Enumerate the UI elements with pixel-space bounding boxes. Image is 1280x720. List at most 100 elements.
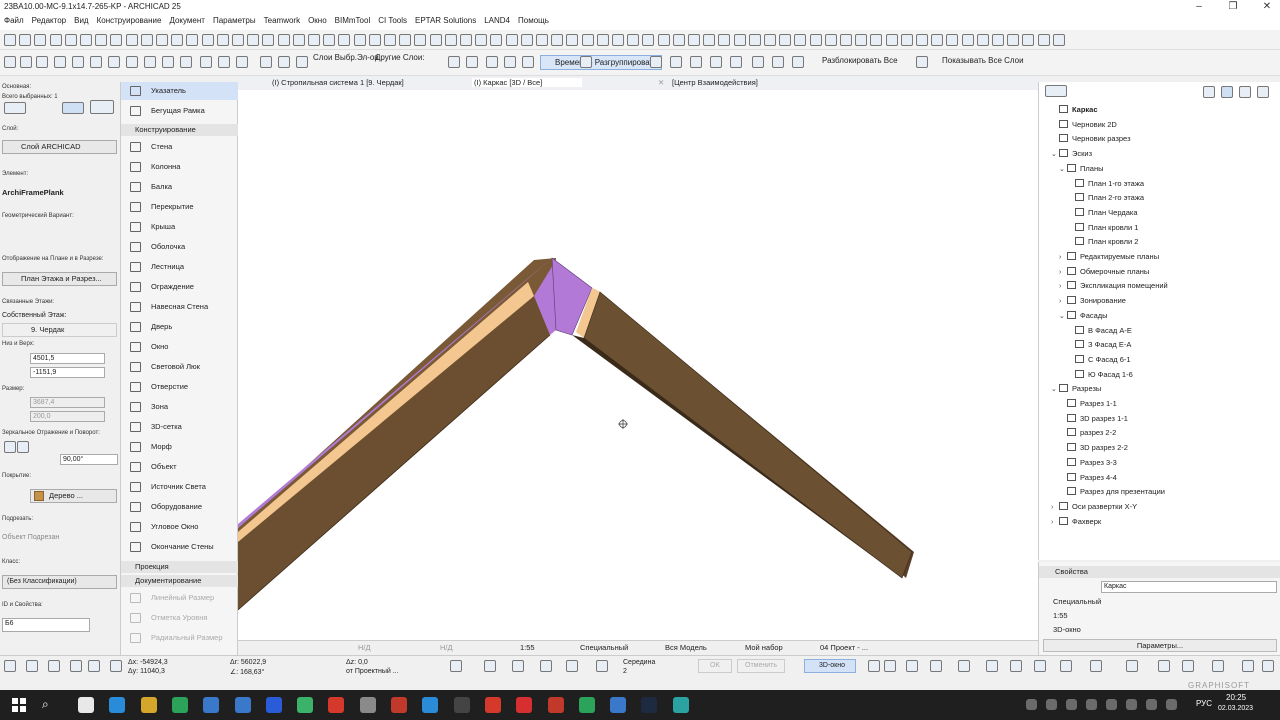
projection-section-header[interactable]: Проекция [121,561,238,573]
toolbar-button-icon[interactable] [4,34,16,46]
navigator-item[interactable]: План кровли 1 [1067,221,1138,235]
toolbar-button-icon[interactable] [19,34,32,46]
tray-icon[interactable] [1126,699,1137,710]
snap-middle-label[interactable]: Середина [623,659,655,666]
toolbar-button-icon[interactable] [162,56,174,68]
toolbar-button-icon[interactable] [1022,34,1035,46]
navigator-item[interactable]: разрез 2-2 [1059,426,1116,440]
toolbar-button-icon[interactable] [36,56,48,68]
tool-item[interactable]: Оборудование [121,498,238,516]
expand-toggle-icon[interactable]: › [1059,295,1067,309]
tool-item[interactable]: Объект [121,458,238,476]
rotation-angle-field[interactable]: 90,00° [60,454,118,465]
toolbar-button-icon[interactable] [34,34,47,46]
taskbar-app-icon[interactable] [78,697,94,713]
toolbar-button-icon[interactable] [262,34,275,46]
coordinate-bar-icon[interactable] [88,660,100,672]
toolbar-button-icon[interactable] [448,56,460,68]
taskbar-app-icon[interactable] [203,697,220,713]
nd-field-1[interactable]: Н/Д [358,643,371,652]
coordinate-bar-icon[interactable] [1158,660,1170,672]
tab-collaboration-center[interactable]: [Центр Взаимодействия] [672,78,758,87]
toolbar-button-icon[interactable] [992,34,1004,46]
toolbar-button-icon[interactable] [748,34,761,46]
toolbar-button-icon[interactable] [612,34,624,46]
3d-model-canvas[interactable] [238,90,1038,640]
toolbar-button-icon[interactable] [1037,34,1050,46]
menu-file[interactable]: Файл [0,14,28,27]
show-all-layers-button[interactable]: Показывать Все Слои [928,56,1024,65]
toolbar-button-icon[interactable] [946,34,959,46]
menu-options[interactable]: Параметры [209,14,260,27]
menu-view[interactable]: Вид [70,14,92,27]
toolbar-button-icon[interactable] [792,56,804,68]
model-view-field[interactable]: Вся Модель [665,643,707,652]
toolbar-button-icon[interactable] [72,56,84,68]
unlock-all-button[interactable]: Разблокировать Все [808,56,898,65]
tool-item[interactable]: Перекрытие [121,198,238,216]
tool-item[interactable]: Навесная Стена [121,298,238,316]
toolbar-button-icon[interactable] [870,34,883,46]
close-tab-icon[interactable]: ✕ [658,78,664,87]
toolbar-button-icon[interactable] [581,34,594,46]
toolbar-button-icon[interactable] [4,56,16,68]
navigator-item[interactable]: › Зонирование [1059,294,1126,308]
coordinate-bar-icon[interactable] [930,660,942,672]
taskbar-app-icon[interactable] [359,697,376,713]
toolbar-button-icon[interactable] [688,34,700,46]
coordinate-bar-icon[interactable] [884,660,896,672]
toolbar-button-icon[interactable] [672,34,685,46]
tool-item[interactable]: Стена [121,138,238,156]
windows-start-icon[interactable] [12,698,26,712]
taskbar-app-icon[interactable] [672,697,689,713]
toolbar-button-icon[interactable] [466,56,478,68]
publisher-sets-icon[interactable] [1257,86,1269,98]
expand-toggle-icon[interactable]: › [1059,251,1067,265]
menu-bimmtool[interactable]: BIMmTool [331,14,375,27]
taskbar-app-icon[interactable] [422,697,439,713]
toolbar-button-icon[interactable] [1052,34,1065,46]
dz-value[interactable]: Δz: 0,0 [346,659,368,666]
taskbar-app-icon[interactable] [297,697,314,713]
display-selector[interactable]: План Этажа и Разрез... [2,272,117,286]
toolbar-button-icon[interactable] [399,34,412,46]
tool-item[interactable]: Отверстие [121,378,238,396]
snap-middle-count[interactable]: 2 [623,668,627,675]
toolbar-button-icon[interactable] [125,34,138,46]
navigator-item[interactable]: Разрез 4-4 [1059,471,1117,485]
coordinate-bar-icon[interactable] [1090,660,1102,672]
bottom-elevation-field[interactable]: -1151,9 [30,367,105,378]
toolbar-button-icon[interactable] [772,56,784,68]
toolbar-button-icon[interactable] [90,56,102,68]
coordinate-bar-icon[interactable] [1212,660,1224,672]
coordinate-bar-icon[interactable] [1060,660,1072,672]
toolbar-button-icon[interactable] [1007,34,1020,46]
nd-field-2[interactable]: Н/Д [440,643,453,652]
toolbar-button-icon[interactable] [200,56,212,68]
toolbar-button-icon[interactable] [156,34,168,46]
toolbar-button-icon[interactable] [444,34,457,46]
taskbar-app-icon[interactable] [265,697,282,713]
coordinate-bar-icon[interactable] [1126,660,1138,672]
parameters-button[interactable]: Параметры... [1043,639,1277,652]
close-window-button[interactable]: ✕ [1258,1,1276,13]
toolbar-button-icon[interactable] [80,34,92,46]
taskbar-app-icon[interactable] [109,697,126,713]
taskbar-app-icon[interactable] [578,697,595,713]
navigator-item[interactable]: Черновик разрез [1051,132,1131,146]
menu-teamwork[interactable]: Teamwork [260,14,304,27]
cancel-button[interactable]: Отменить [737,659,785,673]
navigator-item[interactable]: Разрез 1-1 [1059,397,1117,411]
toolbar-button-icon[interactable] [840,34,852,46]
menu-window[interactable]: Окно [304,14,331,27]
navigator-item[interactable]: План кровли 2 [1067,235,1138,249]
coordinate-bar-icon[interactable] [868,660,880,672]
coordinate-bar-icon[interactable] [26,660,38,672]
coordinate-bar-icon[interactable] [906,660,918,672]
element-name[interactable]: ArchiFramePlank [2,188,64,197]
mirror-x-icon[interactable] [17,441,29,453]
toolbar-button-icon[interactable] [779,34,792,46]
dy-value[interactable]: Δy: 11040,3 [128,668,165,675]
coordinate-bar-icon[interactable] [596,660,608,672]
navigator-item[interactable]: Ю Фасад 1-6 [1067,368,1133,382]
